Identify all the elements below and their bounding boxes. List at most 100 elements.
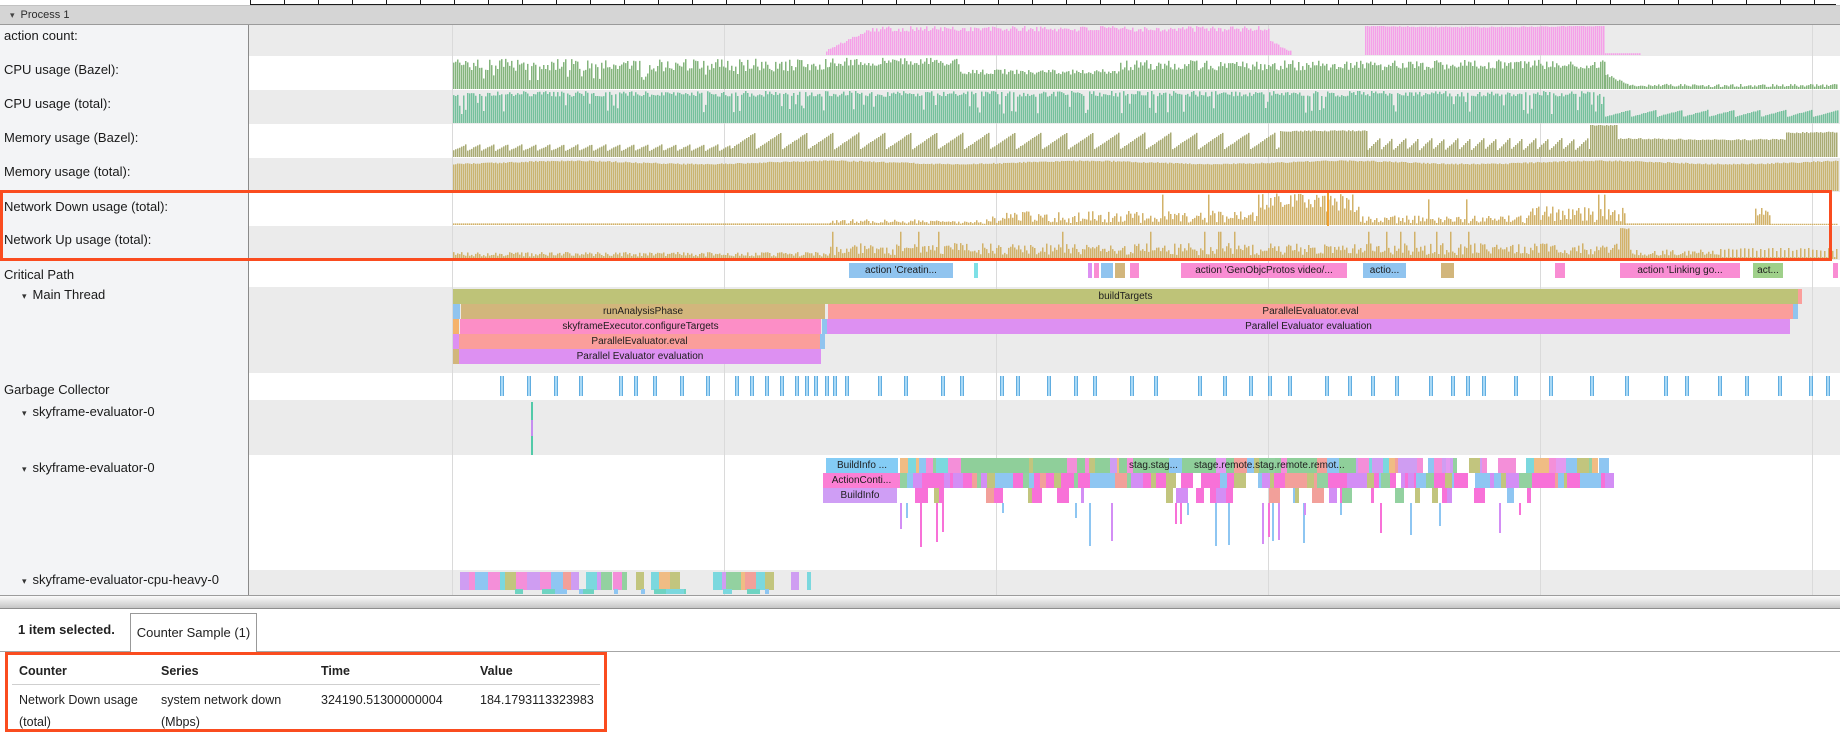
trace-slice[interactable] [1274, 473, 1285, 488]
trace-slice[interactable]: Parallel Evaluator evaluation [827, 319, 1790, 334]
trace-slice[interactable]: ParallelEvaluator.eval [459, 334, 820, 349]
gc-event-tick[interactable] [1288, 376, 1292, 396]
trace-slice[interactable] [1335, 473, 1347, 488]
trace-slice[interactable] [1506, 473, 1519, 488]
trace-slice[interactable]: action 'Linking go... [1620, 263, 1740, 278]
gc-event-tick[interactable] [1549, 376, 1553, 396]
trace-slice[interactable] [1295, 473, 1307, 488]
trace-slice[interactable] [1046, 473, 1054, 488]
sidebar-track-label[interactable]: action count: [4, 28, 78, 43]
trace-slice[interactable] [915, 488, 927, 503]
trace-slice[interactable]: action 'GenObjcProtos video/... [1181, 263, 1347, 278]
trace-slice[interactable] [1067, 458, 1077, 473]
trace-slice[interactable] [1426, 473, 1434, 488]
trace-slice[interactable] [1329, 488, 1337, 503]
trace-slice[interactable] [807, 572, 811, 590]
trace-slice[interactable] [1358, 473, 1366, 488]
trace-slice[interactable] [640, 572, 644, 590]
trace-slice[interactable] [1371, 488, 1374, 503]
trace-slice[interactable] [1057, 488, 1069, 503]
collapse-arrow-icon[interactable]: ▾ [22, 291, 27, 301]
cell-counter[interactable]: Network Down usage (total) [19, 689, 149, 733]
trace-slice[interactable] [546, 589, 555, 594]
trace-slice[interactable] [555, 589, 567, 594]
sidebar-track-label[interactable]: Garbage Collector [4, 382, 110, 397]
trace-slice[interactable] [953, 473, 963, 488]
cpu-total-histogram[interactable] [249, 91, 1840, 123]
trace-slice[interactable] [1474, 488, 1485, 503]
trace-slice[interactable] [1220, 473, 1228, 488]
trace-slice[interactable] [1395, 488, 1404, 503]
trace-slice[interactable] [1605, 473, 1614, 488]
gc-event-tick[interactable] [1249, 376, 1253, 396]
trace-slice-stem[interactable] [1215, 503, 1217, 546]
trace-slice[interactable] [505, 572, 516, 590]
trace-slice-stem[interactable] [906, 503, 908, 518]
trace-slice[interactable] [1556, 458, 1567, 473]
trace-slice[interactable] [1201, 473, 1211, 488]
gc-event-tick[interactable] [1074, 376, 1078, 396]
trace-slice[interactable] [1599, 458, 1609, 473]
trace-slice-stem[interactable] [900, 503, 902, 529]
trace-slice-stem[interactable] [1262, 503, 1264, 544]
trace-slice[interactable]: ActionConti... [823, 473, 900, 488]
gc-event-tick[interactable] [1809, 376, 1813, 396]
gc-event-tick[interactable] [1451, 376, 1455, 396]
gc-event-tick[interactable] [1590, 376, 1594, 396]
gc-event-tick[interactable] [1625, 376, 1629, 396]
trace-slice[interactable] [516, 572, 527, 590]
trace-slice[interactable] [666, 589, 673, 594]
trace-slice[interactable]: BuildInfo [823, 488, 897, 503]
trace-slice[interactable]: act... [1753, 263, 1783, 278]
trace-slice[interactable] [1131, 473, 1142, 488]
trace-slice-stem[interactable] [1304, 503, 1306, 515]
trace-slice[interactable] [1312, 488, 1324, 503]
column-header-time[interactable]: Time [321, 660, 350, 682]
gc-event-tick[interactable] [500, 376, 504, 396]
trace-slice[interactable] [1445, 473, 1453, 488]
trace-slice[interactable]: action 'Creatin... [849, 263, 953, 278]
trace-slice-stem[interactable] [1340, 503, 1342, 515]
trace-slice[interactable] [723, 589, 732, 594]
gc-event-tick[interactable] [805, 376, 809, 396]
trace-slice[interactable] [1342, 488, 1352, 503]
gc-event-tick[interactable] [1778, 376, 1782, 396]
trace-slice-stem[interactable] [920, 503, 922, 547]
gc-event-tick[interactable] [680, 376, 684, 396]
trace-slice[interactable]: BuildInfo ... [826, 458, 898, 473]
cell-time[interactable]: 324190.51300000004 [321, 689, 471, 711]
trace-slice-stem[interactable] [942, 503, 944, 532]
column-header-counter[interactable]: Counter [19, 660, 67, 682]
trace-slice-stem[interactable] [1175, 503, 1177, 524]
trace-slice[interactable] [1115, 263, 1125, 278]
trace-slice[interactable] [1580, 473, 1590, 488]
trace-slice[interactable] [601, 572, 613, 590]
trace-slice[interactable] [1081, 488, 1085, 503]
trace-slice[interactable] [1534, 458, 1545, 473]
trace-slice[interactable] [1544, 473, 1555, 488]
trace-slice-stem[interactable] [1272, 503, 1274, 541]
gc-event-tick[interactable] [1016, 376, 1020, 396]
trace-slice[interactable] [994, 488, 1003, 503]
trace-slice[interactable]: runAnalysisPhase [461, 304, 825, 319]
trace-slice[interactable] [1285, 473, 1295, 488]
process-header[interactable]: ▾Process 1 [0, 5, 1840, 25]
trace-slice[interactable] [948, 458, 960, 473]
gc-event-tick[interactable] [1745, 376, 1749, 396]
trace-slice[interactable] [622, 572, 627, 590]
trace-slice[interactable] [1504, 458, 1516, 473]
gc-event-tick[interactable] [579, 376, 583, 396]
trace-slice[interactable] [1475, 473, 1485, 488]
trace-slice[interactable] [571, 572, 579, 590]
trace-slice[interactable] [791, 572, 799, 590]
collapse-arrow-icon[interactable]: ▾ [22, 576, 27, 586]
gc-event-tick[interactable] [735, 376, 739, 396]
action-count-histogram[interactable] [249, 26, 1840, 55]
trace-slice[interactable] [1833, 263, 1838, 278]
trace-slice[interactable] [1567, 473, 1579, 488]
gc-event-tick[interactable] [1047, 376, 1051, 396]
gc-event-tick[interactable] [1000, 376, 1004, 396]
gc-event-tick[interactable] [634, 376, 638, 396]
trace-slice[interactable] [1210, 473, 1220, 488]
trace-slice-stem[interactable] [1499, 503, 1501, 533]
